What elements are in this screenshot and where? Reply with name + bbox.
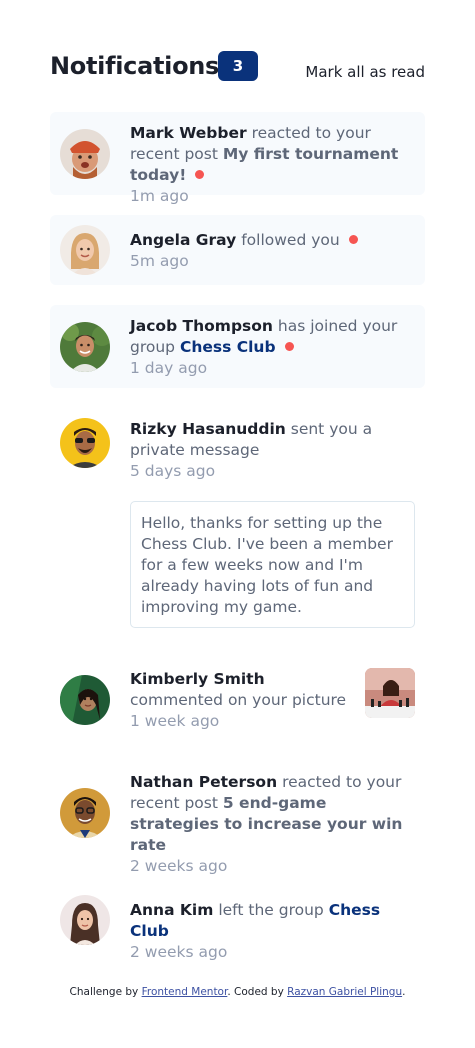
commented-picture-thumbnail[interactable] bbox=[365, 668, 415, 718]
notifications-header: Notifications 3 Mark all as read bbox=[50, 50, 425, 84]
avatar-kimberly-smith[interactable] bbox=[60, 675, 110, 725]
notification-text: Nathan Peterson reacted to your recent p… bbox=[130, 772, 415, 877]
group-link[interactable]: Chess Club bbox=[180, 338, 276, 356]
page-title: Notifications bbox=[50, 52, 220, 80]
frontend-mentor-link[interactable]: Frontend Mentor bbox=[142, 986, 228, 998]
notification-time: 5 days ago bbox=[130, 462, 216, 480]
user-name[interactable]: Jacob Thompson bbox=[130, 317, 273, 335]
notification-time: 1 day ago bbox=[130, 359, 208, 377]
avatar-jacob-thompson[interactable] bbox=[60, 322, 110, 372]
attribution-footer: Challenge by Frontend Mentor. Coded by R… bbox=[0, 986, 475, 998]
author-link[interactable]: Razvan Gabriel Plingu bbox=[287, 986, 402, 998]
notification-item[interactable]: Anna Kim left the group Chess Club 2 wee… bbox=[50, 885, 425, 961]
footer-prefix: Challenge by bbox=[69, 986, 139, 998]
notification-text: Angela Gray followed you 5m ago bbox=[130, 230, 415, 272]
user-name[interactable]: Nathan Peterson bbox=[130, 773, 277, 791]
avatar-anna-kim[interactable] bbox=[60, 895, 110, 945]
notification-time: 1m ago bbox=[130, 187, 189, 205]
notification-text: Rizky Hasanuddin sent you a private mess… bbox=[130, 419, 415, 482]
user-name[interactable]: Mark Webber bbox=[130, 124, 247, 142]
mark-all-as-read-button[interactable]: Mark all as read bbox=[305, 63, 425, 81]
notification-text: Kimberly Smith commented on your picture… bbox=[130, 669, 355, 732]
notification-action: left the group bbox=[218, 901, 324, 919]
notification-item[interactable]: Angela Gray followed you 5m ago bbox=[50, 215, 425, 285]
avatar-angela-gray[interactable] bbox=[60, 225, 110, 275]
unread-dot bbox=[195, 170, 205, 179]
unread-dot bbox=[284, 342, 294, 351]
notification-text: Jacob Thompson has joined your group Che… bbox=[130, 316, 415, 379]
notification-item[interactable]: Mark Webber reacted to your recent post … bbox=[50, 112, 425, 205]
notification-action: commented on your picture bbox=[130, 691, 347, 709]
avatar-rizky-hasanuddin[interactable] bbox=[60, 418, 110, 468]
notification-time: 2 weeks ago bbox=[130, 943, 228, 961]
notification-item[interactable]: Jacob Thompson has joined your group Che… bbox=[50, 305, 425, 388]
user-name[interactable]: Kimberly Smith bbox=[130, 670, 265, 688]
notification-time: 1 week ago bbox=[130, 712, 220, 730]
footer-middle: . Coded by bbox=[227, 986, 284, 998]
user-name[interactable]: Rizky Hasanuddin bbox=[130, 420, 286, 438]
notification-time: 2 weeks ago bbox=[130, 857, 228, 875]
notification-text: Anna Kim left the group Chess Club 2 wee… bbox=[130, 900, 415, 963]
unread-count-badge: 3 bbox=[218, 51, 258, 81]
private-message-preview[interactable]: Hello, thanks for setting up the Chess C… bbox=[130, 501, 415, 628]
avatar-nathan-peterson[interactable] bbox=[60, 788, 110, 838]
avatar-mark-webber[interactable] bbox=[60, 129, 110, 179]
user-name[interactable]: Anna Kim bbox=[130, 901, 213, 919]
user-name[interactable]: Angela Gray bbox=[130, 231, 236, 249]
footer-suffix: . bbox=[402, 986, 406, 998]
notification-item[interactable]: Nathan Peterson reacted to your recent p… bbox=[50, 761, 425, 875]
unread-dot bbox=[348, 235, 358, 244]
notification-action: followed you bbox=[241, 231, 340, 249]
notification-time: 5m ago bbox=[130, 252, 189, 270]
notification-text: Mark Webber reacted to your recent post … bbox=[130, 123, 415, 207]
